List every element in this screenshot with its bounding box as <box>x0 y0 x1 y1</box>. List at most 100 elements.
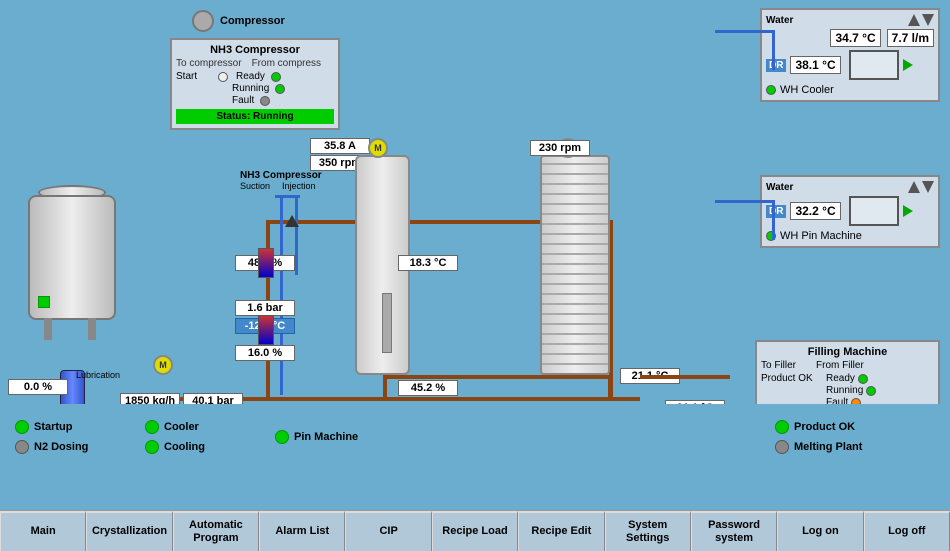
fault-led <box>260 96 270 106</box>
cooler-bottom-name-row: WH Pin Machine <box>766 230 934 242</box>
start-row: Start Ready <box>176 71 334 82</box>
nav-main[interactable]: Main <box>0 511 86 551</box>
pin-machine-led <box>275 430 289 444</box>
water-pipe-top <box>715 30 775 33</box>
column-scroll <box>382 293 392 353</box>
pct-bottom-value: 0.0 % <box>8 379 68 395</box>
cooler-bottom-panel: Water DR 32.2 °C WH Pin Machine <box>760 175 940 248</box>
cooler-bottom-arrow <box>903 205 913 217</box>
water-valve-bottom2 <box>922 181 934 193</box>
suction-indicator <box>258 315 274 345</box>
product-ok-led <box>775 420 789 434</box>
water-valve-top2 <box>922 14 934 26</box>
cooler-bottom-name: WH Pin Machine <box>780 230 862 242</box>
crystallizer-tank <box>28 195 116 320</box>
nav-alarm-list[interactable]: Alarm List <box>259 511 345 551</box>
cooler-bottom-box <box>849 196 899 226</box>
pin-machine-body <box>540 155 610 375</box>
cooler-top-temp1: 34.7 °C <box>830 29 880 47</box>
product-ok-label: Product OK <box>794 421 855 433</box>
nav-system-settings[interactable]: System Settings <box>605 511 691 551</box>
pin-machine-label: Pin Machine <box>294 431 358 443</box>
group-pin: Pin Machine <box>275 430 435 444</box>
melting-plant-item[interactable]: Melting Plant <box>775 440 935 454</box>
blue-pipe-v2 <box>295 195 298 275</box>
filling-title: Filling Machine <box>761 346 934 358</box>
valve-symbol-1 <box>285 215 299 227</box>
water-valve-top <box>908 14 920 26</box>
compressor-title: NH3 Compressor <box>176 44 334 56</box>
blue-pipe-v1 <box>280 195 283 395</box>
nav-bar: Main Crystallization Automatic Program A… <box>0 510 950 551</box>
pct2-value: 16.0 % <box>235 345 295 361</box>
pipe-h-mid <box>383 375 613 379</box>
nav-crystallization[interactable]: Crystallization <box>86 511 172 551</box>
water-pipe-v-bottom <box>772 200 775 240</box>
lubrication-label: Lubrication <box>76 370 120 380</box>
compressor-subtitle: To compressor From compress <box>176 58 334 69</box>
bar1-value: 1.6 bar <box>235 300 295 316</box>
speed-value: 35.8 A <box>310 138 370 154</box>
cooler-top-flow: 7.7 l/m <box>887 29 934 47</box>
n2dosing-label: N2 Dosing <box>34 441 88 453</box>
cooler-top-dr-row: DR 38.1 °C <box>766 50 934 80</box>
melting-plant-label: Melting Plant <box>794 441 862 453</box>
n2dosing-led <box>15 440 29 454</box>
cooler-item[interactable]: Cooler <box>145 420 275 434</box>
nav-password-system[interactable]: Password system <box>691 511 777 551</box>
cooler-bottom-dr-row: DR 32.2 °C <box>766 196 934 226</box>
nav-log-off[interactable]: Log off <box>864 511 950 551</box>
scada-main: Compressor NH3 Compressor To compressor … <box>0 0 950 510</box>
cooler-top-temp2: 38.1 °C <box>790 56 840 74</box>
filling-product-row: Product OK Ready <box>761 373 934 384</box>
cooler-top-name-row: WH Cooler <box>766 84 934 96</box>
compressor-status: Status: Running <box>176 109 334 124</box>
cooling-label: Cooling <box>164 441 205 453</box>
fault-row: Fault <box>176 95 334 106</box>
nav-log-on[interactable]: Log on <box>777 511 863 551</box>
running-led <box>275 84 285 94</box>
melting-plant-led <box>775 440 789 454</box>
cooler-top-arrow <box>903 59 913 71</box>
group-cooler: Cooler Cooling <box>145 420 275 454</box>
cooler-top-name: WH Cooler <box>780 84 834 96</box>
bottom-buttons-area: Startup N2 Dosing Cooler Cooling Pin Mac… <box>0 404 950 469</box>
cooler-bottom-temp1: 32.2 °C <box>790 202 840 220</box>
m-indicator-col: M <box>368 138 388 158</box>
filling-running-led <box>866 386 876 396</box>
nav-recipe-edit[interactable]: Recipe Edit <box>518 511 604 551</box>
filling-header: To Filler From Filler <box>761 360 934 371</box>
tank-indicator <box>38 296 50 308</box>
injection-indicator <box>258 248 274 278</box>
water-pipe-bottom <box>715 200 775 203</box>
product-ok-item[interactable]: Product OK <box>775 420 935 434</box>
group-product: Product OK Melting Plant <box>775 420 935 454</box>
startup-item[interactable]: Startup <box>15 420 145 434</box>
nav-automatic-program[interactable]: Automatic Program <box>173 511 259 551</box>
water-label-bottom: Water <box>766 182 793 193</box>
running-row: Running <box>176 83 334 94</box>
cooling-item[interactable]: Cooling <box>145 440 275 454</box>
pin-machine-lines <box>542 157 608 373</box>
blue-pipe-h1 <box>275 195 300 198</box>
group-startup: Startup N2 Dosing <box>15 420 145 454</box>
start-led <box>218 72 228 82</box>
cooler-led <box>145 420 159 434</box>
cooler-label: Cooler <box>164 421 199 433</box>
water-pipe-v-top <box>772 30 775 70</box>
ready-led <box>271 72 281 82</box>
startup-label: Startup <box>34 421 73 433</box>
nh3-label: NH3 Compressor Suction Injection <box>240 170 322 191</box>
compressor-header-label: Compressor <box>220 15 285 27</box>
cooler-top-led <box>766 85 776 95</box>
cooling-led <box>145 440 159 454</box>
nav-cip[interactable]: CIP <box>345 511 431 551</box>
water-valve-bottom <box>908 181 920 193</box>
pin-machine-item[interactable]: Pin Machine <box>275 430 435 444</box>
compressor-header: Compressor <box>192 10 285 32</box>
n2-dosing-item[interactable]: N2 Dosing <box>15 440 145 454</box>
filling-ready-led <box>858 374 868 384</box>
compressor-panel: NH3 Compressor To compressor From compre… <box>170 38 340 130</box>
nav-recipe-load[interactable]: Recipe Load <box>432 511 518 551</box>
temp1-value: 18.3 °C <box>398 255 458 271</box>
